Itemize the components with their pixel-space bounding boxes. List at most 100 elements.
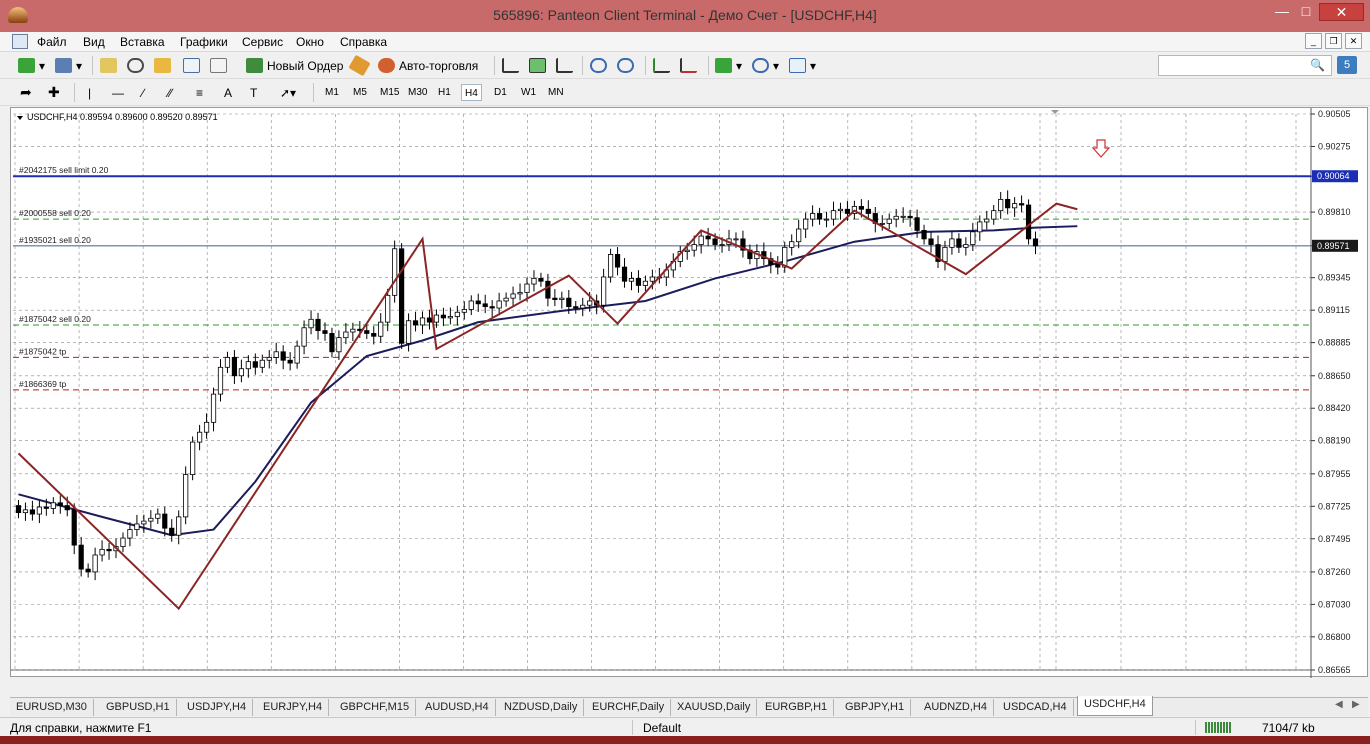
candle-body [1025, 204, 1032, 240]
line-chart-icon[interactable] [556, 55, 577, 76]
search-input[interactable]: 🔍 [1158, 55, 1332, 76]
tab-usdchf-h4[interactable]: USDCHF,H4 [1077, 696, 1153, 716]
candle-body [879, 222, 885, 225]
candle-body [210, 393, 217, 423]
candle-body [447, 316, 453, 319]
candle-body [823, 218, 830, 221]
trendline-icon[interactable]: ∕ [142, 82, 144, 103]
templates-button[interactable]: ▾ [789, 55, 816, 76]
cursor-icon[interactable]: ➦ [20, 82, 32, 103]
tf-h1[interactable]: H1 [435, 84, 454, 101]
tab-gbpjpy-h1[interactable]: GBPJPY,H1 [839, 699, 912, 716]
tab-usdjpy-h4[interactable]: USDJPY,H4 [181, 699, 254, 716]
profiles-button[interactable]: ▾ [55, 55, 82, 76]
chart-shift-icon[interactable] [680, 55, 701, 76]
tab-usdcad-h4[interactable]: USDCAD,H4 [997, 699, 1074, 716]
zoom-in-icon[interactable] [590, 55, 611, 76]
tab-scroll-left-icon[interactable]: ◀ [1335, 699, 1343, 710]
menu-charts[interactable]: Графики [180, 35, 228, 49]
menu-window[interactable]: Окно [296, 35, 324, 49]
candle-body [816, 213, 823, 220]
chart-canvas[interactable]: 0.90505 0.90275 0.90064 0.89810 0.89571 0.893… [11, 108, 1369, 678]
text-label-icon[interactable]: T [250, 82, 257, 103]
menu-help[interactable]: Справка [340, 35, 387, 49]
child-restore-button[interactable]: ❐ [1325, 33, 1342, 49]
tf-d1[interactable]: D1 [491, 84, 510, 101]
candle-body [50, 502, 56, 509]
candle-body [698, 235, 704, 245]
terminal-icon[interactable] [183, 55, 204, 76]
menu-view[interactable]: Вид [83, 35, 105, 49]
tab-xauusd-daily[interactable]: XAUUSD,Daily [671, 699, 758, 716]
vertical-line-icon[interactable]: | [88, 82, 91, 103]
new-order-label: Новый Ордер [267, 58, 344, 73]
candle-body [524, 283, 530, 293]
zoom-out-icon[interactable] [617, 55, 638, 76]
candle-body [1005, 198, 1011, 209]
tab-eurjpy-h4[interactable]: EURJPY,H4 [257, 699, 330, 716]
indicators-button[interactable]: ▾ [715, 55, 742, 76]
price-label: 0.87955 [1318, 469, 1351, 479]
candle-body [378, 321, 384, 337]
tab-eurusd-m30[interactable]: EURUSD,M30 [10, 699, 94, 716]
new-chart-button[interactable]: ▾ [18, 55, 45, 76]
periods-button[interactable]: ▾ [752, 55, 779, 76]
horizontal-line-icon[interactable]: — [112, 82, 124, 103]
tab-gbpusd-h1[interactable]: GBPUSD,H1 [100, 699, 177, 716]
tf-m5[interactable]: M5 [350, 84, 370, 101]
fibonacci-icon[interactable]: ≡ [196, 82, 203, 103]
auto-trading-button[interactable]: Авто-торговля [378, 55, 478, 76]
text-icon[interactable]: A [224, 82, 232, 103]
chart-tabs: EURUSD,M30 GBPUSD,H1 USDJPY,H4 EURJPY,H4… [10, 696, 1368, 716]
candle-body [886, 218, 892, 224]
candle-body [36, 506, 42, 515]
candle-body [252, 361, 258, 368]
maximize-button[interactable]: □ [1292, 3, 1320, 21]
crosshair-icon[interactable]: ✚ [48, 82, 60, 103]
auto-scroll-icon[interactable] [653, 55, 674, 76]
tab-eurgbp-h1[interactable]: EURGBP,H1 [759, 699, 835, 716]
data-window-icon[interactable] [127, 55, 148, 76]
search-icon[interactable]: 🔍 [1310, 58, 1325, 72]
menu-insert[interactable]: Вставка [120, 35, 165, 49]
child-minimize-button[interactable]: _ [1305, 33, 1322, 49]
child-close-button[interactable]: ✕ [1345, 33, 1362, 49]
tf-m15[interactable]: M15 [377, 84, 402, 101]
tf-m30[interactable]: M30 [405, 84, 430, 101]
candle-body [914, 217, 920, 231]
navigator-icon[interactable] [154, 55, 175, 76]
tf-w1[interactable]: W1 [518, 84, 539, 101]
notifications-badge[interactable]: 5 [1337, 56, 1357, 74]
candle-body [57, 502, 63, 506]
candle-body [865, 208, 871, 214]
candle-body [559, 297, 565, 300]
candlestick-icon[interactable] [529, 55, 550, 76]
tab-gbpchf-m15[interactable]: GBPCHF,M15 [334, 699, 417, 716]
tab-nzdusd-daily[interactable]: NZDUSD,Daily [498, 699, 585, 716]
new-order-button[interactable]: Новый Ордер [246, 55, 343, 76]
candle-body [127, 529, 133, 539]
candle-body [217, 366, 224, 395]
candle-body [273, 351, 279, 358]
market-watch-icon[interactable] [100, 55, 121, 76]
candle-body [1032, 238, 1039, 247]
price-label: 0.86800 [1318, 632, 1351, 642]
arrows-icon[interactable]: ➚▾ [280, 82, 296, 103]
menu-file[interactable]: Файл [37, 35, 67, 49]
strategy-tester-icon[interactable] [210, 55, 231, 76]
menu-tools[interactable]: Сервис [242, 35, 283, 49]
tab-audnzd-h4[interactable]: AUDNZD,H4 [918, 699, 994, 716]
tf-h4[interactable]: H4 [461, 84, 482, 101]
tab-eurchf-daily[interactable]: EURCHF,Daily [586, 699, 672, 716]
bar-chart-icon[interactable] [502, 55, 523, 76]
chart-window-icon[interactable] [12, 34, 28, 49]
price-chart[interactable]: 0.90505 0.90275 0.90064 0.89810 0.89571 0.893… [10, 107, 1369, 678]
tf-mn[interactable]: MN [545, 84, 567, 101]
equidistant-channel-icon[interactable]: ∕∕ [168, 82, 172, 103]
metaeditor-icon[interactable] [348, 54, 372, 77]
sell-arrow-icon [1091, 139, 1111, 158]
tab-audusd-h4[interactable]: AUDUSD,H4 [419, 699, 496, 716]
tab-scroll-right-icon[interactable]: ▶ [1352, 699, 1360, 710]
close-button[interactable]: ✕ [1319, 3, 1364, 21]
tf-m1[interactable]: M1 [322, 84, 342, 101]
